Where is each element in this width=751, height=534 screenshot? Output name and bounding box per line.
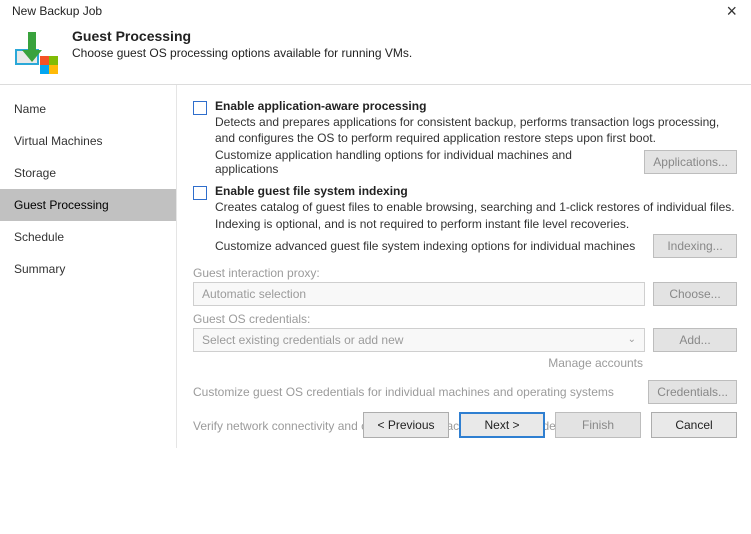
proxy-value: Automatic selection	[202, 287, 306, 301]
main-panel: Enable application-aware processing Dete…	[177, 85, 751, 448]
sidebar-item-storage[interactable]: Storage	[0, 157, 176, 189]
option-action-text: Customize advanced guest file system ind…	[215, 239, 645, 253]
option-title: Enable application-aware processing	[215, 99, 737, 113]
window-title: New Backup Job	[12, 4, 102, 18]
chevron-down-icon: ⌄	[628, 334, 636, 345]
titlebar: New Backup Job ×	[0, 0, 751, 22]
option-title: Enable guest file system indexing	[215, 184, 737, 198]
sidebar-item-label: Schedule	[14, 230, 64, 244]
choose-proxy-button[interactable]: Choose...	[653, 282, 737, 306]
wizard-footer: < Previous Next > Finish Cancel	[363, 412, 737, 438]
checkbox-application-aware[interactable]	[193, 101, 207, 115]
credentials-placeholder: Select existing credentials or add new	[202, 333, 403, 347]
page-title: Guest Processing	[72, 28, 412, 44]
option-desc: Detects and prepares applications for co…	[215, 114, 737, 146]
sidebar-item-summary[interactable]: Summary	[0, 253, 176, 285]
sidebar-item-label: Virtual Machines	[14, 134, 103, 148]
sidebar-item-schedule[interactable]: Schedule	[0, 221, 176, 253]
credentials-select[interactable]: Select existing credentials or add new ⌄	[193, 328, 645, 352]
credentials-label: Guest OS credentials:	[193, 312, 737, 326]
sidebar-item-label: Storage	[14, 166, 56, 180]
guest-processing-icon	[14, 28, 60, 74]
proxy-label: Guest interaction proxy:	[193, 266, 737, 280]
proxy-field[interactable]: Automatic selection	[193, 282, 645, 306]
add-credentials-button[interactable]: Add...	[653, 328, 737, 352]
sidebar-item-virtual-machines[interactable]: Virtual Machines	[0, 125, 176, 157]
checkbox-file-indexing[interactable]	[193, 186, 207, 200]
close-icon[interactable]: ×	[722, 4, 741, 18]
customize-credentials-text: Customize guest OS credentials for indiv…	[193, 385, 640, 399]
option-action-text: Customize application handling options f…	[215, 148, 636, 176]
applications-button[interactable]: Applications...	[644, 150, 737, 174]
manage-accounts-link[interactable]: Manage accounts	[193, 356, 737, 370]
next-button[interactable]: Next >	[459, 412, 545, 438]
option-desc: Creates catalog of guest files to enable…	[215, 199, 737, 231]
previous-button[interactable]: < Previous	[363, 412, 449, 438]
finish-button[interactable]: Finish	[555, 412, 641, 438]
sidebar-item-guest-processing[interactable]: Guest Processing	[0, 189, 176, 221]
option-application-aware: Enable application-aware processing Dete…	[193, 99, 737, 176]
sidebar-item-label: Summary	[14, 262, 65, 276]
sidebar-item-label: Name	[14, 102, 46, 116]
cancel-button[interactable]: Cancel	[651, 412, 737, 438]
sidebar-item-name[interactable]: Name	[0, 93, 176, 125]
header: Guest Processing Choose guest OS process…	[0, 22, 751, 82]
sidebar-item-label: Guest Processing	[14, 198, 109, 212]
credentials-button[interactable]: Credentials...	[648, 380, 737, 404]
page-subtitle: Choose guest OS processing options avail…	[72, 46, 412, 60]
indexing-button[interactable]: Indexing...	[653, 234, 737, 258]
sidebar: Name Virtual Machines Storage Guest Proc…	[0, 85, 177, 448]
option-file-indexing: Enable guest file system indexing Create…	[193, 184, 737, 257]
